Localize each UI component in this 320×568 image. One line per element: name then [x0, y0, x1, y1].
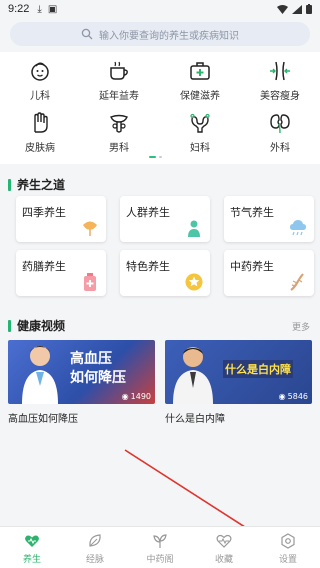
section-title-text: 养生之道 [17, 178, 66, 192]
category-andrology[interactable]: 男科 [89, 112, 149, 156]
first-aid-kit-icon [190, 62, 210, 80]
tab-favorites[interactable]: 收藏 [199, 533, 249, 565]
male-organ-icon [110, 114, 128, 133]
wellness-card-diet[interactable]: 药膳养生 [16, 250, 106, 296]
tab-settings[interactable]: 设置 [263, 533, 313, 565]
category-beauty-slim[interactable]: 美容瘦身 [250, 60, 310, 104]
category-label: 保健滋养 [180, 91, 220, 102]
view-count-text: 5846 [287, 392, 308, 401]
tab-label: 设置 [278, 555, 297, 565]
page-dot [159, 156, 162, 158]
category-health-care[interactable]: 保健滋养 [170, 60, 230, 104]
card-label: 人群养生 [126, 206, 170, 219]
eye-icon: ◉ [121, 392, 129, 401]
thumb-title: 什么是白内障 [223, 360, 293, 378]
leaf-icon [89, 534, 101, 547]
app-screen: 9:22 ⤓ ▣ 输入你要查询的养生或疾病知识 儿科 延年益寿 保健滋养 美容瘦… [0, 0, 320, 568]
child-face-icon [31, 62, 49, 81]
tab-herbs[interactable]: 中药阁 [135, 533, 185, 565]
video-thumbnail: 什么是白内障 ◉ 5846 [165, 340, 312, 404]
doctor-figure [22, 346, 58, 404]
thumb-title-line1: 高血压 [70, 351, 112, 367]
gear-icon [281, 533, 295, 549]
wellness-card-seasons[interactable]: 四季养生 [16, 196, 106, 242]
view-count: ◉ 1490 [122, 392, 151, 401]
status-right-icons [277, 4, 312, 14]
tab-label: 收藏 [214, 555, 233, 565]
video-card-cataract[interactable]: 什么是白内障 ◉ 5846 什么是白内障 [165, 340, 312, 425]
category-dermatology[interactable]: 皮肤病 [10, 112, 70, 156]
card-label: 药膳养生 [22, 260, 66, 273]
section-title-wellness: 养生之道 [8, 176, 65, 193]
herb-plant-icon [153, 534, 167, 548]
category-label: 妇科 [190, 143, 210, 154]
heart-icon [25, 535, 39, 547]
search-icon [81, 28, 93, 40]
category-gynecology[interactable]: 妇科 [170, 112, 230, 156]
section-accent-bar [8, 178, 11, 191]
section-title-videos: 健康视频 [8, 317, 65, 334]
search-bar[interactable]: 输入你要查询的养生或疾病知识 [10, 22, 310, 46]
search-placeholder: 输入你要查询的养生或疾病知识 [99, 30, 239, 42]
view-count: ◉ 5846 [279, 392, 308, 401]
hand-icon [34, 112, 48, 133]
uterus-icon [190, 113, 210, 133]
category-label: 男科 [109, 143, 129, 154]
kidney-icon [270, 114, 290, 134]
category-label: 延年益寿 [99, 91, 139, 102]
status-time: 9:22 [8, 3, 30, 15]
tab-meridians[interactable]: 经脉 [70, 533, 120, 565]
category-pediatrics[interactable]: 儿科 [10, 60, 70, 104]
video-title: 什么是白内障 [165, 414, 225, 425]
video-title: 高血压如何降压 [8, 414, 78, 425]
thumb-title-line2: 如何降压 [70, 370, 126, 386]
status-bar: 9:22 ⤓ ▣ [0, 0, 320, 18]
wellness-card-groups[interactable]: 人群养生 [120, 196, 210, 242]
category-surgery[interactable]: 外科 [250, 112, 310, 156]
person-icon [188, 220, 200, 237]
card-label: 特色养生 [126, 260, 170, 273]
notification-icon: ▣ [47, 3, 58, 15]
pulse-heart-icon [216, 534, 232, 548]
wellness-card-tcm[interactable]: 中药养生 [224, 250, 314, 296]
tab-label: 中药阁 [146, 555, 174, 565]
page-indicator [149, 156, 162, 158]
download-icon: ⤓ [37, 3, 42, 15]
battery-icon [306, 4, 312, 14]
view-count-text: 1490 [130, 392, 151, 401]
wellness-card-solar-terms[interactable]: 节气养生 [224, 196, 314, 242]
category-label: 美容瘦身 [260, 91, 300, 102]
eye-icon: ◉ [278, 392, 286, 401]
tab-wellness[interactable]: 养生 [7, 533, 57, 565]
ginkgo-leaf-icon [83, 221, 97, 236]
more-videos-link[interactable]: 更多 [292, 320, 310, 333]
section-title-text: 健康视频 [17, 319, 66, 333]
wifi-icon [277, 4, 288, 14]
teacup-icon [110, 61, 128, 80]
card-label: 中药养生 [230, 260, 274, 273]
video-card-hypertension[interactable]: 高血压 如何降压 ◉ 1490 高血压如何降压 [8, 340, 155, 425]
wellness-card-featured[interactable]: 特色养生 [120, 250, 210, 296]
page-dot-active [149, 156, 156, 158]
category-grid: 儿科 延年益寿 保健滋养 美容瘦身 皮肤病 男科 妇科 外科 [0, 52, 320, 164]
tab-label: 经脉 [85, 555, 104, 565]
category-longevity[interactable]: 延年益寿 [89, 60, 149, 104]
signal-icon [292, 4, 302, 14]
category-label: 皮肤病 [25, 143, 55, 154]
card-label: 四季养生 [22, 206, 66, 219]
doctor-figure [173, 347, 213, 404]
card-label: 节气养生 [230, 206, 274, 219]
video-thumbnail: 高血压 如何降压 ◉ 1490 [8, 340, 155, 404]
herb-root-icon [290, 273, 304, 291]
tab-label: 养生 [22, 555, 41, 565]
category-label: 儿科 [30, 91, 50, 102]
bottom-tab-bar: 养生 经脉 中药阁 收藏 设置 [0, 526, 320, 568]
rain-cloud-icon [290, 220, 306, 236]
medicine-bottle-icon [84, 273, 96, 291]
slim-body-icon [270, 61, 290, 81]
section-accent-bar [8, 319, 11, 332]
star-badge-icon [185, 273, 203, 291]
category-label: 外科 [270, 143, 290, 154]
